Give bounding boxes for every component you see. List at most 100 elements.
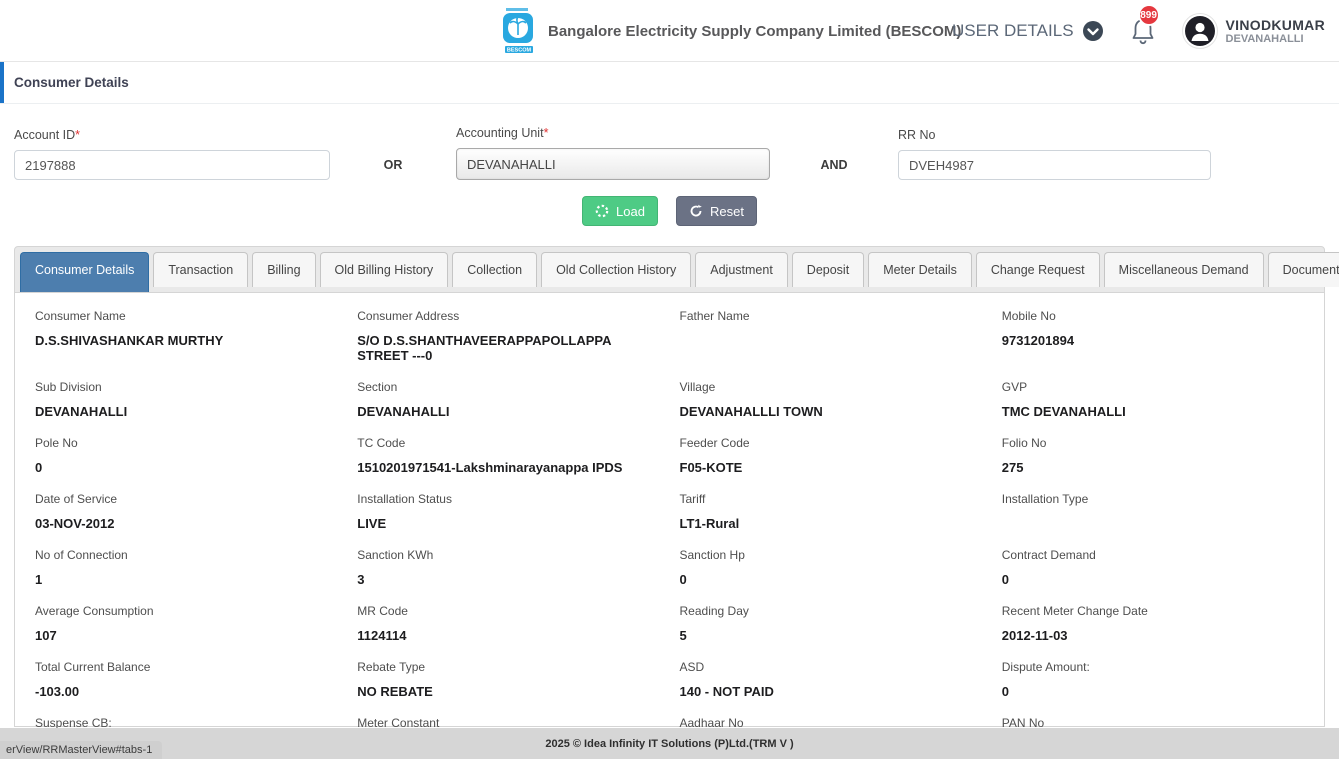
- detail-field: Sanction Hp 0: [680, 548, 982, 587]
- detail-field: Mobile No 9731201894: [1002, 309, 1304, 363]
- detail-field: Section DEVANAHALLI: [357, 380, 659, 419]
- reset-button[interactable]: Reset: [675, 196, 757, 226]
- accounting-unit-select[interactable]: DEVANAHALLI: [456, 148, 770, 180]
- breadcrumb-accent: [0, 62, 4, 103]
- account-id-label: Account ID*: [14, 128, 81, 142]
- detail-field: Consumer Address S/O D.S.SHANTHAVEERAPPAP…: [357, 309, 659, 363]
- detail-value: DEVANAHALLI: [357, 404, 450, 419]
- detail-value: 0: [1001, 684, 1009, 699]
- tab-old-collection-history[interactable]: Old Collection History: [541, 252, 692, 287]
- avatar: [1181, 13, 1218, 49]
- detail-field: No of Connection 1: [35, 548, 337, 587]
- refresh-icon: [690, 204, 702, 217]
- account-id-input[interactable]: [14, 150, 330, 180]
- detail-field: ASD 140 - NOT PAID: [680, 660, 982, 699]
- detail-label: ASD: [679, 660, 705, 674]
- detail-field: TC Code 1510201971541-Lakshminarayanappa …: [357, 436, 659, 475]
- detail-label: Feeder Code: [679, 436, 750, 450]
- detail-value: 0: [1001, 572, 1009, 587]
- detail-value: 0: [35, 460, 43, 475]
- detail-field: Folio No 275: [1002, 436, 1304, 475]
- tab-meter-details[interactable]: Meter Details: [868, 252, 972, 287]
- user-details-label: USER DETAILS: [951, 21, 1074, 40]
- tab-documents[interactable]: Documents: [1267, 252, 1339, 287]
- accounting-unit-group: Accounting Unit* DEVANAHALLI: [456, 126, 770, 180]
- detail-value: F05-KOTE: [679, 460, 743, 475]
- chevron-down-icon: [1082, 21, 1103, 41]
- detail-label: Contract Demand: [1001, 548, 1096, 562]
- page-title: Consumer Details: [14, 75, 129, 90]
- detail-field: Installation Type: [1002, 492, 1304, 531]
- bescom-logo-icon: BESCOM: [503, 8, 533, 54]
- detail-value: 2012-11-03: [1001, 628, 1068, 643]
- required-asterisk: *: [543, 126, 549, 140]
- detail-field: Dispute Amount: 0: [1002, 660, 1304, 699]
- detail-label: Sub Division: [35, 380, 102, 394]
- detail-field: Father Name: [680, 309, 982, 363]
- tab-billing[interactable]: Billing: [252, 252, 316, 287]
- tab-transaction[interactable]: Transaction: [153, 252, 249, 287]
- detail-label: Father Name: [679, 309, 750, 323]
- detail-value: NO REBATE: [357, 684, 433, 699]
- rr-no-input[interactable]: [898, 150, 1211, 180]
- user-details-dropdown[interactable]: USER DETAILS: [952, 20, 1104, 42]
- tab-change-request[interactable]: Change Request: [975, 252, 1100, 287]
- detail-label: Village: [679, 380, 716, 394]
- detail-value: 3: [357, 572, 365, 587]
- detail-value: D.S.SHIVASHANKAR MURTHY: [35, 333, 224, 348]
- accounting-unit-label: Accounting Unit*: [456, 126, 549, 140]
- tab-miscellaneous-demand[interactable]: Miscellaneous Demand: [1103, 252, 1264, 287]
- breadcrumb: Consumer Details: [0, 62, 1339, 104]
- status-bar-link-preview: erView/RRMasterView#tabs-1: [0, 741, 163, 759]
- tab-collection[interactable]: Collection: [452, 252, 538, 287]
- detail-label: Installation Type: [1001, 492, 1089, 506]
- detail-value: 275: [1001, 460, 1024, 475]
- detail-label: Recent Meter Change Date: [1001, 604, 1148, 618]
- detail-field: Average Consumption 107: [35, 604, 337, 643]
- detail-label: Section: [357, 380, 398, 394]
- detail-label: Reading Day: [679, 604, 749, 618]
- detail-field: Pole No 0: [35, 436, 337, 475]
- detail-label: Consumer Address: [357, 309, 460, 323]
- avatar-icon: [1184, 16, 1215, 46]
- detail-field: Date of Service 03-NOV-2012: [35, 492, 337, 531]
- tab-deposit[interactable]: Deposit: [791, 252, 865, 287]
- load-button[interactable]: Load: [582, 196, 658, 226]
- required-asterisk: *: [75, 128, 81, 142]
- header-right: USER DETAILS 899 VINODKUMAR DEVANAHALLI: [952, 0, 1325, 62]
- detail-value: 5: [679, 628, 687, 643]
- profile-text: VINODKUMAR DEVANAHALLI: [1226, 17, 1325, 46]
- detail-label: Folio No: [1001, 436, 1047, 450]
- app-header: BESCOM Bangalore Electricity Supply Comp…: [0, 0, 1339, 62]
- detail-label: Total Current Balance: [35, 660, 151, 674]
- detail-value: S/O D.S.SHANTHAVEERAPPAPOLLAPPA STREET -…: [357, 333, 612, 363]
- detail-value: 140 - NOT PAID: [679, 684, 774, 699]
- detail-field: Installation Status LIVE: [357, 492, 659, 531]
- detail-value: 03-NOV-2012: [35, 516, 115, 531]
- tab-old-billing-history[interactable]: Old Billing History: [319, 252, 449, 287]
- tab-strip: Consumer Details Transaction Billing Old Bi…: [14, 246, 1339, 293]
- user-profile[interactable]: VINODKUMAR DEVANAHALLI: [1181, 13, 1325, 49]
- detail-field: Village DEVANAHALLLI TOWN: [680, 380, 982, 419]
- detail-value: 1: [35, 572, 43, 587]
- rr-no-group: RR No: [898, 128, 1211, 180]
- tab-adjustment[interactable]: Adjustment: [695, 252, 788, 287]
- detail-label: Installation Status: [357, 492, 452, 506]
- app-title: Bangalore Electricity Supply Company Lim…: [548, 22, 962, 40]
- svg-text:BESCOM: BESCOM: [507, 48, 532, 54]
- detail-field: Recent Meter Change Date 2012-11-03: [1002, 604, 1304, 643]
- detail-value: TMC DEVANAHALLI: [1001, 404, 1126, 419]
- detail-value: -103.00: [35, 684, 80, 699]
- tab-consumer-details[interactable]: Consumer Details: [20, 252, 150, 292]
- detail-field: Sanction KWh 3: [357, 548, 659, 587]
- detail-value: LT1-Rural: [679, 516, 740, 531]
- form-actions: Load Reset: [0, 196, 1339, 226]
- brand: BESCOM Bangalore Electricity Supply Comp…: [500, 0, 961, 62]
- page: BESCOM Bangalore Electricity Supply Comp…: [0, 0, 1339, 759]
- search-form: Account ID* OR Accounting Unit* DEVANAHA…: [0, 106, 1339, 180]
- detail-label: Date of Service: [35, 492, 118, 506]
- detail-field: Contract Demand 0: [1002, 548, 1304, 587]
- notifications-button[interactable]: 899: [1130, 4, 1160, 46]
- detail-label: Rebate Type: [357, 660, 426, 674]
- or-label: OR: [383, 158, 403, 172]
